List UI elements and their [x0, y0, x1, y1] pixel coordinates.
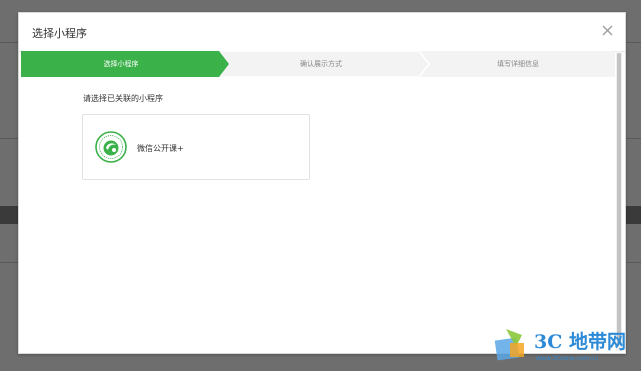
step-progress-bar: 选择小程序 确认展示方式 填写详细信息	[21, 51, 615, 77]
watermark-logo-icon	[494, 329, 524, 361]
dialog-header: 选择小程序	[19, 13, 625, 52]
select-mini-program-dialog: 选择小程序 选择小程序 确认展示方式 填写详细信息 请选择已关联的小程序 微信公…	[18, 12, 626, 354]
close-icon	[602, 25, 612, 35]
select-prompt: 请选择已关联的小程序	[83, 94, 163, 103]
background-element	[624, 206, 641, 224]
step-label: 选择小程序	[103, 60, 139, 68]
watermark-brand: 3C 地带网	[534, 331, 626, 353]
mini-program-card[interactable]: 微信公开课+	[82, 114, 310, 180]
wechat-open-class-logo-icon	[95, 131, 127, 163]
site-watermark: 3C 地带网 www.3Czone.com.cn	[492, 323, 637, 367]
step-fill-details: 填写详细信息	[421, 51, 615, 77]
dialog-title: 选择小程序	[32, 27, 87, 40]
scrollbar-thumb[interactable]	[617, 53, 621, 345]
mini-program-name: 微信公开课+	[137, 144, 184, 153]
step-select-mini-program: 选择小程序	[21, 51, 229, 77]
background-element	[0, 206, 18, 224]
close-button[interactable]	[598, 21, 616, 39]
step-label: 确认展示方式	[300, 60, 342, 68]
scrollbar[interactable]	[616, 51, 622, 351]
step-label: 填写详细信息	[497, 60, 539, 68]
watermark-url: www.3Czone.com.cn	[536, 355, 599, 362]
step-confirm-display: 确认展示方式	[221, 51, 430, 77]
